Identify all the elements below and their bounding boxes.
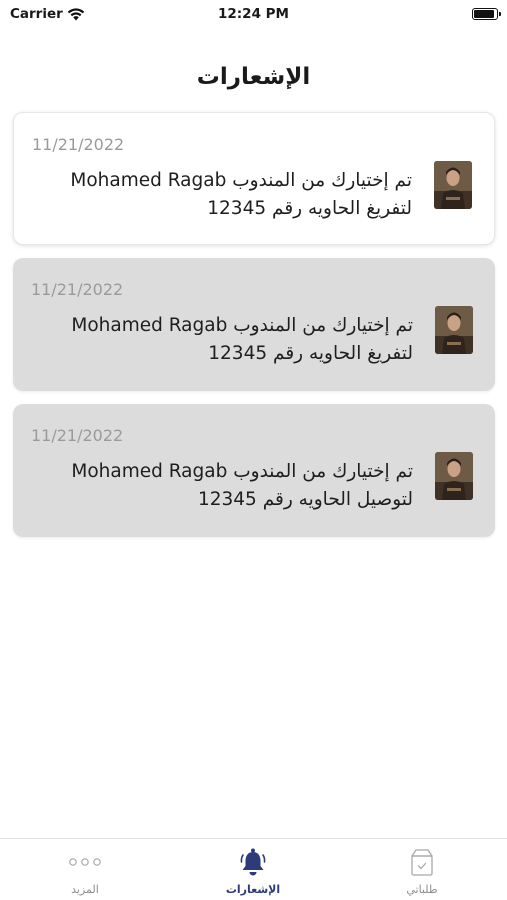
battery-fill: [474, 10, 494, 18]
tab-orders[interactable]: طلباتي: [362, 847, 482, 896]
notification-card[interactable]: 11/21/2022 تم إختيارك من المندوب Mohamed…: [13, 112, 495, 245]
tab-more-label: المزيد: [71, 883, 99, 896]
package-icon: [362, 847, 482, 877]
user-avatar-icon: [435, 452, 473, 500]
notification-card[interactable]: 11/21/2022 تم إختيارك من المندوب Mohamed…: [13, 258, 495, 391]
tab-notifications-label: الإشعارات: [225, 883, 281, 896]
tab-notifications[interactable]: الإشعارات: [193, 847, 313, 896]
notifications-list: 11/21/2022 تم إختيارك من المندوب Mohamed…: [13, 112, 495, 550]
page-title: الإشعارات: [196, 64, 311, 90]
tab-more[interactable]: المزيد: [25, 847, 145, 896]
notification-date: 11/21/2022: [31, 280, 124, 299]
tab-bar: المزيد الإشعارات طلباتي: [0, 838, 507, 900]
notification-text: تم إختيارك من المندوب Mohamed Ragab لتفر…: [71, 315, 413, 364]
notification-date: 11/21/2022: [32, 135, 125, 154]
battery-icon: [472, 8, 501, 20]
notification-date: 11/21/2022: [31, 426, 124, 445]
status-bar: Carrier 12:24 PM: [0, 0, 507, 30]
notification-card[interactable]: 11/21/2022 تم إختيارك من المندوب Mohamed…: [13, 404, 495, 537]
status-time: 12:24 PM: [217, 6, 289, 22]
user-avatar-icon: [434, 161, 472, 209]
bell-icon: [193, 847, 313, 877]
user-avatar-icon: [435, 306, 473, 354]
notification-text: تم إختيارك من المندوب Mohamed Ragab لتوص…: [71, 461, 413, 510]
more-dots-icon: [25, 847, 145, 877]
notification-text: تم إختيارك من المندوب Mohamed Ragab لتفر…: [70, 170, 412, 219]
tab-orders-label: طلباتي: [406, 883, 438, 896]
